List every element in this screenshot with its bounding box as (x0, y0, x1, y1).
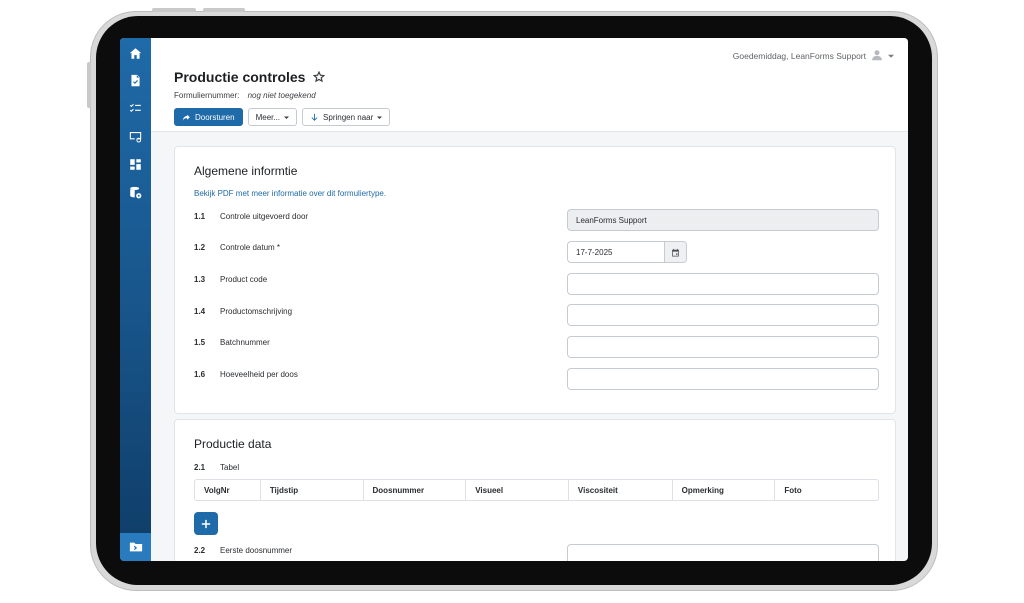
form-number-value: nog niet toegekend (247, 91, 316, 100)
table-header: VolgNr Tijdstip Doosnummer Visueel Visco… (194, 479, 879, 501)
greeting-text: Goedemiddag, LeanForms Support (732, 51, 866, 61)
app-screen: Goedemiddag, LeanForms Support Productie… (120, 38, 908, 561)
forward-button[interactable]: Doorsturen (174, 108, 243, 126)
home-icon[interactable] (127, 45, 144, 62)
question-number: 2.2 (194, 546, 206, 555)
first-box-number-input[interactable] (567, 544, 879, 561)
column-header[interactable]: VolgNr (195, 480, 261, 500)
product-description-input[interactable] (567, 304, 879, 326)
jump-to-button[interactable]: Springen naar (302, 108, 391, 126)
dashboard-icon[interactable] (127, 156, 144, 173)
section-general-info: Algemene informtie Bekijk PDF met meer i… (174, 146, 896, 414)
control-date-field[interactable]: 17-7-2025 (567, 241, 687, 263)
column-header[interactable]: Foto (775, 480, 878, 500)
section-title: Productie data (194, 437, 272, 451)
batch-number-input[interactable] (567, 336, 879, 358)
quantity-per-box-input[interactable] (567, 368, 879, 390)
tablet-volume-button (152, 8, 196, 12)
question-number: 1.5 (194, 338, 206, 347)
page-header: Goedemiddag, LeanForms Support Productie… (151, 38, 908, 132)
user-menu[interactable]: Goedemiddag, LeanForms Support (733, 49, 894, 63)
section-production-data: Productie data 2.1 Tabel VolgNr Tijdstip… (174, 419, 896, 561)
share-arrow-icon (182, 114, 190, 120)
question-label: Eerste doosnummer (220, 546, 293, 555)
document-icon[interactable] (127, 72, 144, 89)
question-label: Hoeveelheid per doos (220, 370, 298, 379)
add-row-button[interactable] (194, 512, 218, 535)
tablet-side-button (87, 62, 91, 108)
checklist-icon[interactable] (127, 100, 144, 117)
question-number: 1.4 (194, 307, 206, 316)
page-title: Productie controles (174, 69, 326, 85)
form-number-label: Formuliernummer: (174, 91, 240, 100)
product-code-input[interactable] (567, 273, 879, 295)
question-label: Controle datum * (220, 243, 281, 252)
sidebar (120, 38, 151, 561)
question-number: 1.6 (194, 370, 206, 379)
performed-by-field: LeanForms Support (567, 209, 879, 231)
question-number: 2.1 (194, 463, 206, 472)
column-header[interactable]: Viscositeit (569, 480, 673, 500)
column-header[interactable]: Visueel (466, 480, 569, 500)
pdf-info-link[interactable]: Bekijk PDF met meer informatie over dit … (194, 189, 386, 198)
question-number: 1.3 (194, 275, 206, 284)
tablet-power-button (203, 8, 245, 12)
chevron-down-icon (377, 113, 383, 122)
user-avatar-icon (871, 49, 883, 63)
stage: Goedemiddag, LeanForms Support Productie… (0, 0, 1024, 603)
chevron-down-icon (888, 51, 894, 61)
question-label: Controle uitgevoerd door (220, 212, 309, 221)
question-label: Batchnummer (220, 338, 270, 347)
chevron-down-icon (284, 113, 290, 122)
more-button-label: Meer... (255, 112, 281, 122)
page-title-text: Productie controles (174, 69, 306, 85)
folder-icon[interactable] (120, 533, 151, 561)
section-title: Algemene informtie (194, 164, 298, 178)
question-number: 1.2 (194, 243, 206, 252)
column-header[interactable]: Opmerking (673, 480, 776, 500)
toolbar: Doorsturen Meer... Springen naar (174, 108, 391, 126)
database-settings-icon[interactable] (127, 184, 144, 201)
arrow-down-icon (311, 113, 318, 121)
jump-to-button-label: Springen naar (323, 112, 374, 122)
question-label: Tabel (220, 463, 240, 472)
question-number: 1.1 (194, 212, 206, 221)
star-icon[interactable] (313, 71, 326, 83)
column-header[interactable]: Doosnummer (364, 480, 467, 500)
plus-icon (201, 519, 211, 528)
column-header[interactable]: Tijdstip (261, 480, 364, 500)
question-label: Product code (220, 275, 268, 284)
form-number: Formuliernummer: nog niet toegekend (174, 91, 316, 100)
control-date-value: 17-7-2025 (576, 247, 613, 257)
more-button[interactable]: Meer... (247, 108, 298, 126)
question-label: Productomschrijving (220, 307, 293, 316)
screen-settings-icon[interactable] (127, 128, 144, 145)
calendar-icon[interactable] (664, 242, 686, 262)
forward-button-label: Doorsturen (195, 112, 235, 122)
